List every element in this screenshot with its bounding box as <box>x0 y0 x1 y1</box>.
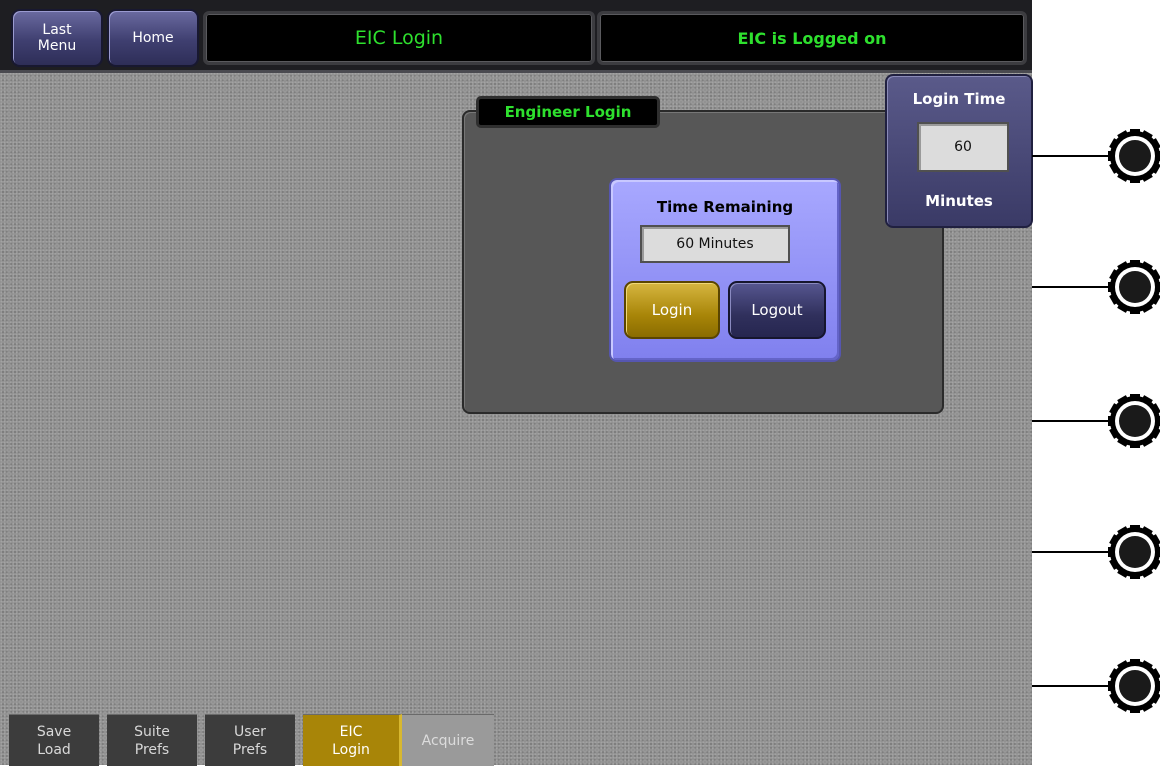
main-screen: Last Menu Home EIC Login EIC is Logged o… <box>0 0 1033 766</box>
login-time-widget: Login Time 60 Minutes <box>885 74 1033 228</box>
time-remaining-value: 60 Minutes <box>640 225 790 263</box>
knob-5-line <box>1032 685 1112 687</box>
knob-1[interactable] <box>1108 129 1160 183</box>
knob-2[interactable] <box>1108 260 1160 314</box>
tab-eic-login[interactable]: EIC Login <box>303 714 402 766</box>
login-time-unit: Minutes <box>925 192 993 210</box>
time-remaining-label: Time Remaining <box>656 198 794 216</box>
tab-save-load[interactable]: Save Load <box>9 714 99 766</box>
knob-4[interactable] <box>1108 525 1160 579</box>
knob-2-line <box>1032 286 1112 288</box>
login-time-input[interactable]: 60 <box>917 122 1009 172</box>
last-menu-button[interactable]: Last Menu <box>11 9 103 67</box>
login-time-label: Login Time <box>912 90 1006 108</box>
top-bar: Last Menu Home EIC Login EIC is Logged o… <box>0 0 1032 73</box>
login-button[interactable]: Login <box>624 281 720 339</box>
tab-user-prefs[interactable]: User Prefs <box>205 714 295 766</box>
panel-title: Engineer Login <box>476 96 660 128</box>
page-title: EIC Login <box>203 11 595 65</box>
knob-4-line <box>1032 551 1112 553</box>
knob-3[interactable] <box>1108 394 1160 448</box>
status-display: EIC is Logged on <box>597 11 1027 65</box>
home-button[interactable]: Home <box>107 9 199 67</box>
tab-acquire[interactable]: Acquire <box>402 714 494 766</box>
time-remaining-box: Time Remaining 60 Minutes Login Logout <box>609 178 841 362</box>
tab-suite-prefs[interactable]: Suite Prefs <box>107 714 197 766</box>
knob-1-line <box>1032 155 1112 157</box>
knob-3-line <box>1032 420 1112 422</box>
knob-5[interactable] <box>1108 659 1160 713</box>
logout-button[interactable]: Logout <box>728 281 826 339</box>
